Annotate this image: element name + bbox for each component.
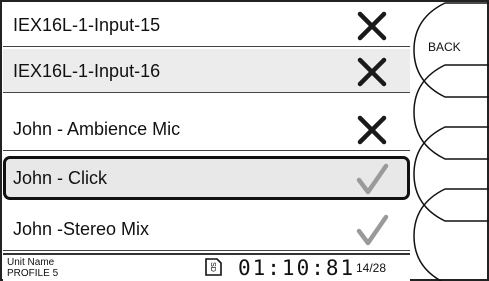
timecode: 01:10:81 <box>238 256 356 280</box>
list-item[interactable]: IEX16L-1-Input-16 <box>3 49 410 93</box>
sd-label: SD <box>209 262 216 272</box>
list-item[interactable]: John - Ambience Mic <box>3 107 410 151</box>
cross-icon <box>357 115 387 145</box>
softkey-2[interactable] <box>414 86 486 136</box>
unit-name: Unit Name <box>7 257 55 268</box>
status-bar: Unit Name PROFILE 5 SD 01:10:81 14/28 <box>3 253 410 281</box>
list-item-label: IEX16L-1-Input-15 <box>13 15 161 35</box>
check-icon <box>356 214 389 246</box>
cross-icon <box>357 57 387 87</box>
list-item[interactable]: John -Stereo Mix <box>3 207 410 251</box>
list-item-selected[interactable]: John - Click <box>3 156 410 200</box>
sd-card-icon: SD <box>205 258 222 276</box>
softkey-4[interactable] <box>414 210 486 260</box>
list-item-label: John -Stereo Mix <box>13 219 150 239</box>
list-item-label: John - Ambience Mic <box>13 119 181 139</box>
page-count: 14/28 <box>356 261 387 275</box>
list-item-label: John - Click <box>13 168 108 188</box>
cross-icon <box>357 11 387 41</box>
list-item[interactable]: IEX16L-1-Input-15 <box>3 3 410 47</box>
softkey-3[interactable] <box>414 148 486 198</box>
list-item-label: IEX16L-1-Input-16 <box>13 61 161 81</box>
profile-name: PROFILE 5 <box>7 268 59 279</box>
check-icon <box>356 163 389 195</box>
back-button-label: BACK <box>428 40 461 54</box>
